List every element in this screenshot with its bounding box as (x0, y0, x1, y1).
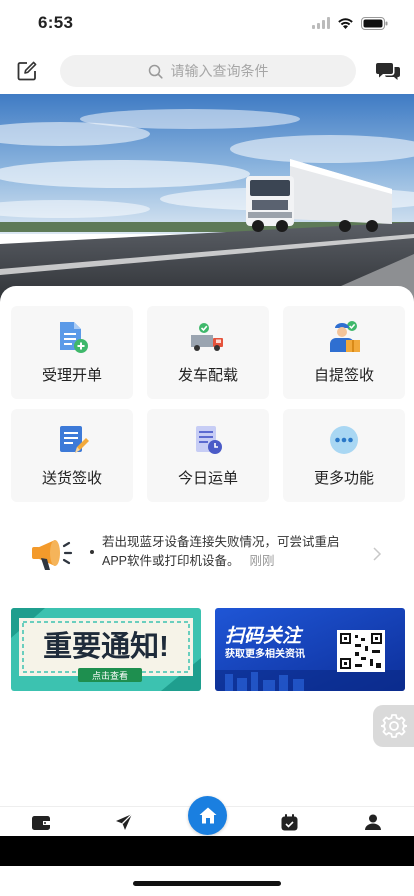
feature-label: 送货签收 (41, 470, 102, 487)
feature-label: 今日运单 (177, 470, 238, 487)
view-details-button[interactable]: 点击查看 (92, 670, 128, 681)
hero-banner[interactable] (0, 94, 414, 304)
feature-label: 发车配载 (177, 367, 238, 384)
home-indicator (133, 881, 281, 886)
app-screen: 6:53 请输入查询条件 受理开单 发车配载 自提签收 送货签收 今日运单 更多… (0, 0, 414, 896)
notice-content: 若出现蓝牙设备连接失败情况，可尝试重启APP软件或打印机设备。 刚刚 (102, 533, 357, 571)
worker-package-icon (325, 320, 363, 354)
important-notice-graphic: 重要通知! 点击查看 (11, 608, 201, 691)
scan-follow-graphic: 扫码关注 获取更多相关资讯 (215, 608, 405, 691)
edit-icon[interactable] (16, 60, 38, 82)
tab-schedule[interactable] (248, 807, 331, 837)
feature-dispatch-loading[interactable]: 发车配载 (147, 306, 269, 399)
truck-check-icon (189, 320, 227, 354)
notice-bullet (90, 550, 94, 554)
top-bar: 请输入查询条件 (0, 46, 414, 94)
tab-wallet[interactable] (0, 807, 83, 837)
user-icon (364, 814, 381, 830)
document-sign-icon (53, 423, 91, 457)
status-icons (312, 16, 388, 30)
feature-accept-order[interactable]: 受理开单 (11, 306, 133, 399)
scan-follow-banner[interactable]: 扫码关注 获取更多相关资讯 (215, 608, 405, 691)
calendar-check-icon (281, 813, 298, 830)
search-input[interactable]: 请输入查询条件 (60, 55, 356, 87)
bottom-safe-area (0, 836, 414, 866)
tab-profile[interactable] (331, 807, 414, 837)
feature-label: 更多功能 (313, 470, 374, 487)
important-notice-banner[interactable]: 重要通知! 点击查看 (11, 608, 201, 691)
feature-label: 受理开单 (41, 367, 102, 384)
wallet-icon (32, 816, 51, 830)
feature-more[interactable]: 更多功能 (283, 409, 405, 502)
scan-follow-subtitle: 获取更多相关资讯 (224, 647, 305, 660)
settings-float-button[interactable] (373, 705, 414, 747)
content-panel: 受理开单 发车配载 自提签收 送货签收 今日运单 更多功能 若出现蓝牙设备连接失… (0, 286, 414, 816)
tab-send[interactable] (83, 807, 166, 837)
feature-pickup-signoff[interactable]: 自提签收 (283, 306, 405, 399)
notice-message: 若出现蓝牙设备连接失败情况，可尝试重启APP软件或打印机设备。 (102, 535, 340, 568)
gear-icon (380, 714, 407, 738)
status-bar: 6:53 (0, 0, 414, 46)
important-notice-title: 重要通知! (43, 629, 169, 663)
battery-icon (361, 16, 388, 30)
notice-bar[interactable]: 若出现蓝牙设备连接失败情况，可尝试重启APP软件或打印机设备。 刚刚 (11, 522, 405, 586)
chevron-right-icon (373, 547, 382, 561)
megaphone-icon (32, 540, 73, 570)
feature-delivery-signoff[interactable]: 送货签收 (11, 409, 133, 502)
search-icon (148, 64, 163, 79)
chat-bubbles-icon[interactable] (376, 60, 400, 82)
document-clock-icon (189, 423, 227, 457)
wifi-icon (338, 18, 353, 29)
feature-label: 自提签收 (313, 367, 374, 384)
more-dots-icon (325, 423, 363, 457)
status-time: 6:53 (38, 13, 74, 32)
truck-photo (0, 94, 414, 304)
notice-time: 刚刚 (249, 554, 275, 568)
signal-icon (312, 17, 330, 29)
document-add-icon (53, 320, 91, 354)
tab-home[interactable] (188, 796, 227, 835)
home-icon (199, 807, 216, 824)
feature-today-waybills[interactable]: 今日运单 (147, 409, 269, 502)
feature-grid: 受理开单 发车配载 自提签收 送货签收 今日运单 更多功能 (11, 306, 405, 502)
search-placeholder: 请输入查询条件 (170, 63, 269, 79)
scan-follow-title: 扫码关注 (225, 625, 304, 647)
paper-plane-icon (116, 813, 133, 830)
